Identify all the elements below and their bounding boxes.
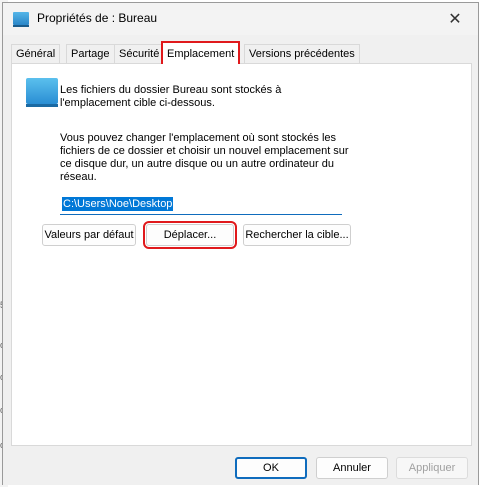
close-icon: ✕	[448, 11, 462, 28]
desktop-folder-icon	[26, 78, 58, 107]
desktop-folder-icon	[13, 12, 29, 27]
find-target-button[interactable]: Rechercher la cible...	[243, 224, 351, 246]
cancel-button[interactable]: Annuler	[316, 457, 388, 479]
tab-previous-versions[interactable]: Versions précédentes	[244, 44, 360, 63]
tab-security[interactable]: Sécurité	[114, 44, 165, 63]
dialog-button-bar: OK Annuler Appliquer	[3, 447, 478, 485]
tab-location[interactable]: Emplacement	[161, 41, 241, 64]
ok-button[interactable]: OK	[235, 457, 307, 479]
properties-dialog: Propriétés de : Bureau ✕ Général Partage…	[2, 2, 479, 485]
title-bar[interactable]: Propriétés de : Bureau ✕	[3, 3, 478, 35]
tab-sharing[interactable]: Partage	[66, 44, 115, 63]
apply-button[interactable]: Appliquer	[396, 457, 468, 479]
location-info-text: Les fichiers du dossier Bureau sont stoc…	[60, 84, 282, 109]
target-path-value: C:\Users\Noe\Desktop	[62, 197, 174, 211]
restore-default-button[interactable]: Valeurs par défaut	[42, 224, 136, 246]
move-button[interactable]: Déplacer...	[143, 221, 237, 249]
tab-strip: Général Partage Sécurité Emplacement Ver…	[11, 41, 471, 64]
location-description: Vous pouvez changer l'emplacement où son…	[60, 132, 349, 183]
tab-general[interactable]: Général	[11, 44, 61, 63]
window-title: Propriétés de : Bureau	[37, 11, 158, 25]
location-tab-panel: Les fichiers du dossier Bureau sont stoc…	[11, 63, 472, 446]
close-button[interactable]: ✕	[440, 7, 470, 31]
